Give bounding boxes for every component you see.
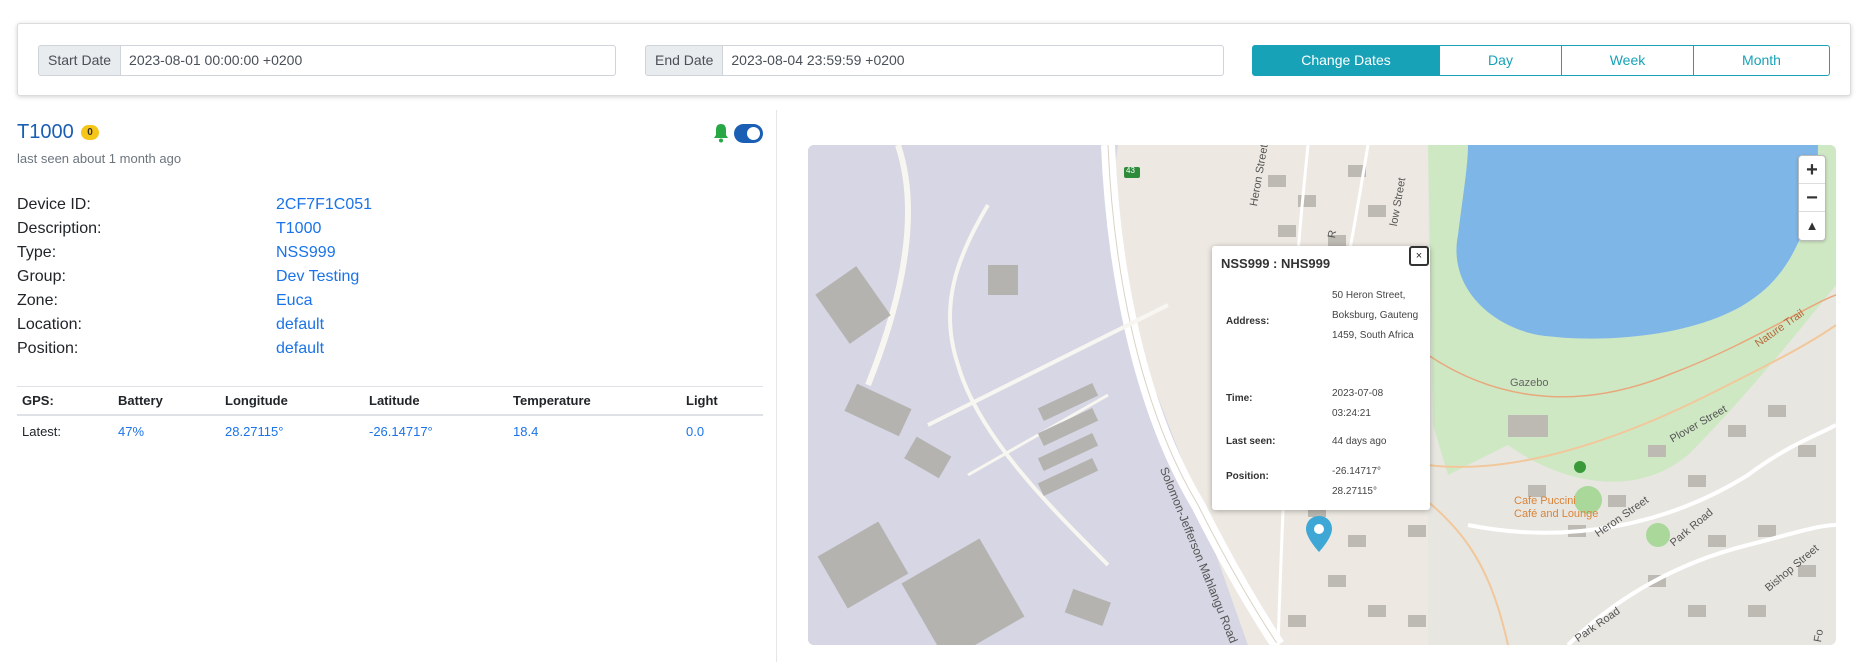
day-button[interactable]: Day <box>1439 45 1562 76</box>
property-key: Description: <box>17 220 102 237</box>
property-row: Zone: Euca <box>17 292 757 316</box>
popup-position-value: -26.14717° 28.27115° <box>1332 466 1382 497</box>
change-dates-button[interactable]: Change Dates <box>1252 45 1440 76</box>
popup-lastseen-value: 44 days ago <box>1332 436 1387 447</box>
property-value[interactable]: default <box>276 340 324 364</box>
end-date-input[interactable]: 2023-08-04 23:59:59 +0200 <box>723 45 1224 76</box>
month-button[interactable]: Month <box>1693 45 1830 76</box>
device-properties: Device ID: 2CF7F1C051 Description: T1000… <box>17 196 757 364</box>
map-label-gazebo: Gazebo <box>1510 377 1549 389</box>
popup-lastseen-label: Last seen: <box>1226 436 1276 447</box>
temperature-value[interactable]: 18.4 <box>508 415 681 447</box>
panel-divider <box>776 110 777 662</box>
popup-time-label: Time: <box>1226 393 1253 404</box>
popup-time-value: 2023-07-08 03:24:21 <box>1332 388 1384 419</box>
property-key: Type: <box>17 244 57 261</box>
date-button-group: Change Dates Day Week Month <box>1252 45 1845 76</box>
property-key: Zone: <box>17 292 58 309</box>
end-date-group: End Date 2023-08-04 23:59:59 +0200 <box>645 45 1224 76</box>
location-popup: NSS999 : NHS999 × Address: 50 Heron Stre… <box>1212 246 1430 510</box>
map-label-cafe-lounge: Café and Lounge <box>1514 508 1599 520</box>
property-row: Device ID: 2CF7F1C051 <box>17 196 757 220</box>
property-key: Position: <box>17 340 79 357</box>
notifications-toggle[interactable] <box>734 124 763 143</box>
property-row: Type: NSS999 <box>17 244 757 268</box>
property-row: Description: T1000 <box>17 220 757 244</box>
light-header: Light <box>681 386 763 416</box>
device-title: T1000 0 <box>17 121 99 144</box>
map-view[interactable]: 43 Gazebo Cafe Puccini Café and Lounge S… <box>808 145 1836 645</box>
longitude-value[interactable]: 28.27115° <box>220 415 364 447</box>
popup-title: NSS999 : NHS999 <box>1221 256 1331 271</box>
alert-count-badge: 0 <box>81 125 99 140</box>
property-key: Device ID: <box>17 196 91 213</box>
property-value[interactable]: NSS999 <box>276 244 336 268</box>
property-value[interactable]: T1000 <box>276 220 321 244</box>
temperature-header: Temperature <box>508 386 681 416</box>
map-zoom-controls: + − ▲ <box>1798 155 1826 241</box>
property-value[interactable]: Euca <box>276 292 312 316</box>
road-number: 43 <box>1126 166 1135 175</box>
property-row: Position: default <box>17 340 757 364</box>
battery-header: Battery <box>113 386 220 416</box>
start-date-input[interactable]: 2023-08-01 00:00:00 +0200 <box>121 45 616 76</box>
zoom-out-button[interactable]: − <box>1799 184 1825 212</box>
map-label-fo: Fo <box>1812 628 1827 644</box>
longitude-header: Longitude <box>220 386 364 416</box>
popup-position-label: Position: <box>1226 471 1269 482</box>
date-range-bar: Start Date 2023-08-01 00:00:00 +0200 End… <box>17 23 1851 96</box>
popup-close-button[interactable]: × <box>1409 246 1429 266</box>
toggle-knob <box>747 127 760 140</box>
popup-address-value: 50 Heron Street, Boksburg, Gauteng 1459,… <box>1332 290 1419 341</box>
last-seen-text: last seen about 1 month ago <box>17 151 182 166</box>
week-button[interactable]: Week <box>1561 45 1694 76</box>
device-name[interactable]: T1000 <box>17 121 74 143</box>
row-label: Latest: <box>22 424 62 439</box>
end-date-label: End Date <box>645 45 724 76</box>
property-row: Location: default <box>17 316 757 340</box>
map-label-cafe: Cafe Puccini <box>1514 495 1576 507</box>
location-pin-icon[interactable] <box>1304 514 1334 554</box>
property-row: Group: Dev Testing <box>17 268 757 292</box>
property-value[interactable]: 2CF7F1C051 <box>276 196 372 220</box>
start-date-group: Start Date 2023-08-01 00:00:00 +0200 <box>38 45 616 76</box>
table-row: Latest: 47% 28.27115° -26.14717° 18.4 0.… <box>17 415 763 447</box>
popup-address-label: Address: <box>1226 316 1270 327</box>
zoom-in-button[interactable]: + <box>1799 156 1825 184</box>
bell-icon[interactable] <box>712 123 730 143</box>
property-value[interactable]: Dev Testing <box>276 268 359 292</box>
light-value[interactable]: 0.0 <box>681 415 763 447</box>
gps-header-row: GPS: Battery Longitude Latitude Temperat… <box>17 386 763 416</box>
battery-value[interactable]: 47% <box>113 415 220 447</box>
gps-table: GPS: Battery Longitude Latitude Temperat… <box>17 386 763 447</box>
start-date-label: Start Date <box>38 45 122 76</box>
property-key: Location: <box>17 316 82 333</box>
gps-header: GPS: <box>17 386 113 416</box>
reset-bearing-button[interactable]: ▲ <box>1799 212 1825 240</box>
property-value[interactable]: default <box>276 316 324 340</box>
latitude-value[interactable]: -26.14717° <box>364 415 508 447</box>
property-key: Group: <box>17 268 66 285</box>
latitude-header: Latitude <box>364 386 508 416</box>
